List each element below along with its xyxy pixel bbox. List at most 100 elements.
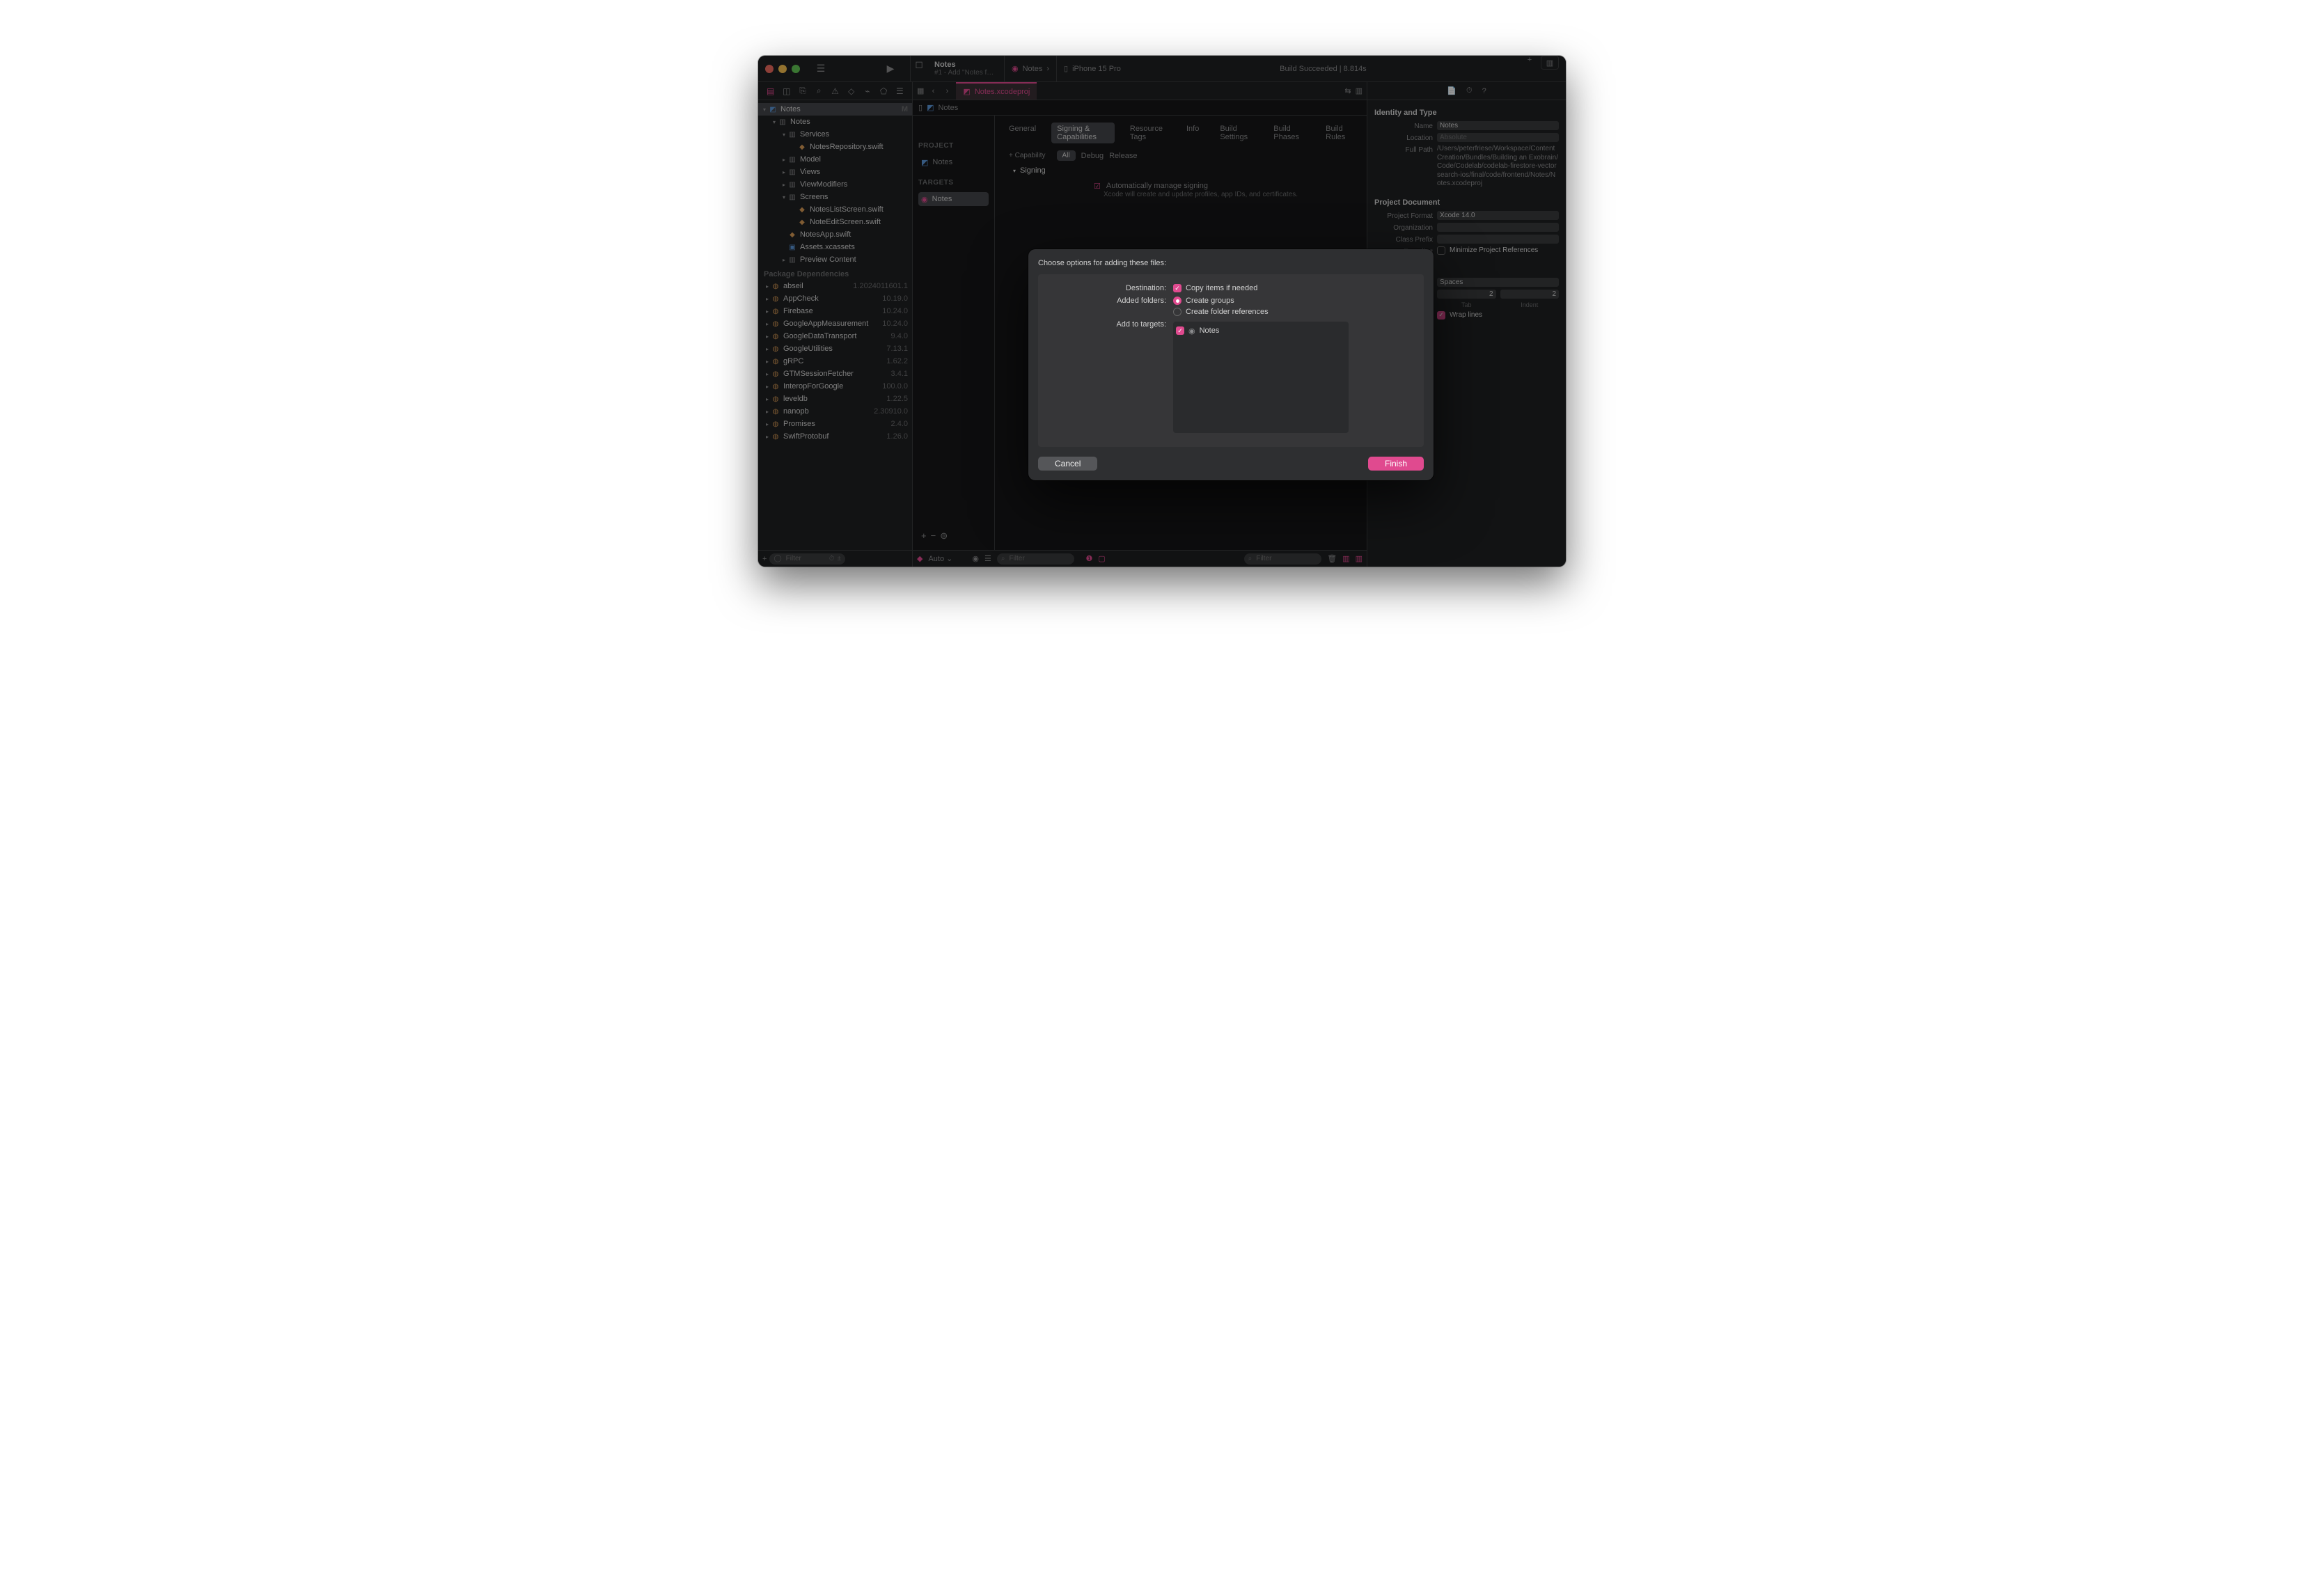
list-icon[interactable]: ☰ <box>984 554 991 563</box>
tree-item[interactable]: ◆NoteEditScreen.swift <box>758 216 912 228</box>
bottom-auto-label[interactable]: Auto ⌄ <box>928 554 952 563</box>
open-tab[interactable]: ◩ Notes.xcodeproj <box>956 82 1037 100</box>
file-inspector-icon[interactable]: 📄 <box>1447 86 1457 95</box>
targets-list[interactable]: ✓ ◉ Notes <box>1173 322 1349 433</box>
toggle-inspector-icon[interactable]: ▥ <box>1541 56 1559 70</box>
package-dependency[interactable]: ▸◍GTMSessionFetcher3.4.1 <box>758 368 912 380</box>
remove-target-icon[interactable]: − <box>931 530 936 542</box>
jump-bar[interactable]: ▯ ◩ Notes <box>913 100 1367 116</box>
issue-navigator-icon[interactable]: ⚠ <box>829 86 840 96</box>
tree-item[interactable]: ▸▥ViewModifiers <box>758 178 912 191</box>
filter-all[interactable]: All <box>1057 150 1076 161</box>
test-navigator-icon[interactable]: ◇ <box>846 86 857 96</box>
identity-name-field[interactable]: Notes <box>1437 121 1559 130</box>
package-dependency[interactable]: ▸◍GoogleUtilities7.13.1 <box>758 342 912 355</box>
class-prefix-field[interactable] <box>1437 235 1559 244</box>
target-row[interactable]: ◉ Notes <box>918 192 989 206</box>
scheme-selector[interactable]: Notes #1 - Add "Notes f… <box>927 56 1004 81</box>
cancel-button[interactable]: Cancel <box>1038 457 1097 471</box>
config-tab[interactable]: Signing & Capabilities <box>1051 123 1115 143</box>
tree-item[interactable]: ▸▥Model <box>758 153 912 166</box>
package-dependency[interactable]: ▸◍GoogleDataTransport9.4.0 <box>758 330 912 342</box>
source-control-navigator-icon[interactable]: ◫ <box>781 86 792 96</box>
organization-field[interactable] <box>1437 223 1559 232</box>
package-dependency[interactable]: ▸◍Promises2.4.0 <box>758 418 912 430</box>
tree-root[interactable]: ▾ ◩ Notes M <box>758 103 912 116</box>
filter-debug[interactable]: Debug <box>1081 152 1104 160</box>
add-tab-button[interactable]: + <box>1518 56 1541 81</box>
package-dependency[interactable]: ▸◍AppCheck10.19.0 <box>758 292 912 305</box>
breakpoints-toggle-icon[interactable]: ◆ <box>917 554 922 563</box>
minimize-refs-checkbox[interactable] <box>1437 246 1445 255</box>
tree-item[interactable]: ▾▥Notes <box>758 116 912 128</box>
location-dropdown[interactable]: Absolute <box>1437 133 1559 142</box>
debug-navigator-icon[interactable]: ⌁ <box>862 86 873 96</box>
back-button[interactable]: ‹ <box>928 87 938 95</box>
copy-items-checkbox[interactable]: ✓ <box>1173 284 1181 292</box>
error-badge-icon[interactable]: ❶ <box>1085 554 1092 563</box>
target-actions-icon[interactable]: ⊚ <box>940 530 948 542</box>
forward-button[interactable]: › <box>942 87 952 95</box>
minimize-window[interactable] <box>778 65 787 73</box>
variables-view-icon[interactable]: ▥ <box>1342 554 1349 563</box>
layout-icon[interactable]: ▦ <box>917 86 924 95</box>
indent-using-dropdown[interactable]: Spaces <box>1437 278 1559 287</box>
bookmark-navigator-icon[interactable]: ⎘ <box>797 86 808 96</box>
tree-item[interactable]: ◆NotesListScreen.swift <box>758 203 912 216</box>
history-inspector-icon[interactable]: ⏱ <box>1466 86 1473 95</box>
config-tab[interactable]: Build Settings <box>1214 123 1258 143</box>
package-dependency[interactable]: ▸◍SwiftProtobuf1.26.0 <box>758 430 912 443</box>
console-view-icon[interactable]: ▥ <box>1356 554 1363 563</box>
report-navigator-icon[interactable]: ☰ <box>894 86 905 96</box>
stop-icon[interactable]: ◻ <box>911 56 927 72</box>
navigator-filter-input[interactable] <box>785 554 826 563</box>
tree-item[interactable]: ▾▥Services <box>758 128 912 141</box>
console-filter[interactable]: ⌕ <box>1244 553 1322 565</box>
package-dependency[interactable]: ▸◍nanopb2.30910.0 <box>758 405 912 418</box>
package-dependency[interactable]: ▸◍leveldb1.22.5 <box>758 393 912 405</box>
finish-button[interactable]: Finish <box>1368 457 1424 471</box>
close-window[interactable] <box>765 65 774 73</box>
tree-item[interactable]: ▾▥Screens <box>758 191 912 203</box>
project-tree[interactable]: ▾ ◩ Notes M ▾▥Notes▾▥Services◆NotesRepos… <box>758 100 912 550</box>
zoom-window[interactable] <box>792 65 800 73</box>
find-navigator-icon[interactable]: ⌕ <box>813 86 824 96</box>
scheme-target-device[interactable]: ▯ iPhone 15 Pro <box>1056 56 1128 81</box>
debug-filter[interactable]: ⌕ <box>997 553 1075 565</box>
config-tab[interactable]: Info <box>1181 123 1204 143</box>
package-dependency[interactable]: ▸◍Firebase10.24.0 <box>758 305 912 317</box>
package-dependency[interactable]: ▸◍abseil1.2024011601.1 <box>758 280 912 292</box>
minimap-icon[interactable]: ⇆ <box>1344 86 1351 95</box>
help-inspector-icon[interactable]: ? <box>1482 87 1486 95</box>
tree-item[interactable]: ▸▥Views <box>758 166 912 178</box>
create-groups-radio[interactable] <box>1173 297 1181 305</box>
config-tab[interactable]: Resource Tags <box>1124 123 1171 143</box>
trash-icon[interactable]: 🗑 <box>1327 554 1337 563</box>
package-dependency[interactable]: ▸◍GoogleAppMeasurement10.24.0 <box>758 317 912 330</box>
project-format-dropdown[interactable]: Xcode 14.0 <box>1437 211 1559 220</box>
eye-icon[interactable]: ◉ <box>972 554 979 563</box>
project-row[interactable]: ◩ Notes <box>918 155 989 169</box>
package-dependency[interactable]: ▸◍InteropForGoogle100.0.0 <box>758 380 912 393</box>
run-button[interactable]: ▶ <box>882 61 899 77</box>
add-target-icon[interactable]: + <box>921 530 927 542</box>
tab-width-stepper[interactable]: 2 <box>1437 290 1496 299</box>
toggle-navigator-icon[interactable]: ☰ <box>812 61 829 77</box>
editor-layout-icon[interactable]: ▥ <box>1356 86 1363 95</box>
config-tab[interactable]: General <box>1003 123 1042 143</box>
package-dependency[interactable]: ▸◍gRPC1.62.2 <box>758 355 912 368</box>
breakpoint-navigator-icon[interactable]: ⬠ <box>878 86 889 96</box>
tree-item[interactable]: ◆NotesApp.swift <box>758 228 912 241</box>
tree-item[interactable]: ◆NotesRepository.swift <box>758 141 912 153</box>
indent-width-stepper[interactable]: 2 <box>1500 290 1560 299</box>
create-refs-radio[interactable] <box>1173 308 1181 316</box>
config-tab[interactable]: Build Phases <box>1268 123 1310 143</box>
config-tab[interactable]: Build Rules <box>1320 123 1358 143</box>
filter-release[interactable]: Release <box>1109 152 1137 160</box>
target-notes-checkbox[interactable]: ✓ <box>1176 326 1184 335</box>
signing-section-header[interactable]: ▾ Signing <box>1013 166 1358 175</box>
add-item-icon[interactable]: + <box>762 555 767 563</box>
add-capability-button[interactable]: + Capability <box>1003 151 1051 160</box>
scheme-target-app[interactable]: ◉ Notes › <box>1004 56 1056 81</box>
auto-manage-checkbox[interactable]: ☑ <box>1094 182 1101 191</box>
